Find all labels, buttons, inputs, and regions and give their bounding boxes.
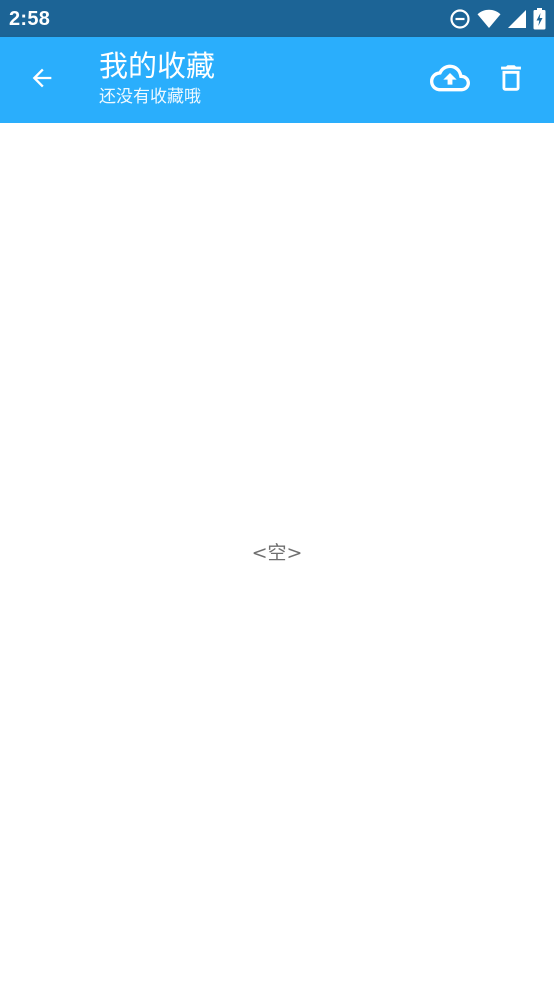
app-bar: 我的收藏 还没有收藏哦 xyxy=(0,37,554,123)
trash-icon xyxy=(494,61,528,99)
back-button[interactable] xyxy=(18,56,66,104)
cloud-upload-icon xyxy=(430,58,470,102)
cloud-upload-button[interactable] xyxy=(426,56,474,104)
empty-state-text: <空> xyxy=(251,542,303,564)
status-icons xyxy=(449,6,546,32)
status-bar: 2:58 xyxy=(0,0,554,37)
delete-button[interactable] xyxy=(487,56,535,104)
cellular-signal-icon xyxy=(507,9,527,29)
page-title: 我的收藏 xyxy=(99,49,216,83)
status-time: 2:58 xyxy=(9,8,51,30)
arrow-left-icon xyxy=(28,64,56,96)
do-not-disturb-icon xyxy=(449,8,471,30)
title-block: 我的收藏 还没有收藏哦 xyxy=(99,47,215,108)
favorites-list-area: <空> xyxy=(0,123,554,985)
page-subtitle: 还没有收藏哦 xyxy=(99,87,201,107)
wifi-icon xyxy=(477,9,501,29)
battery-charging-icon xyxy=(533,8,546,30)
